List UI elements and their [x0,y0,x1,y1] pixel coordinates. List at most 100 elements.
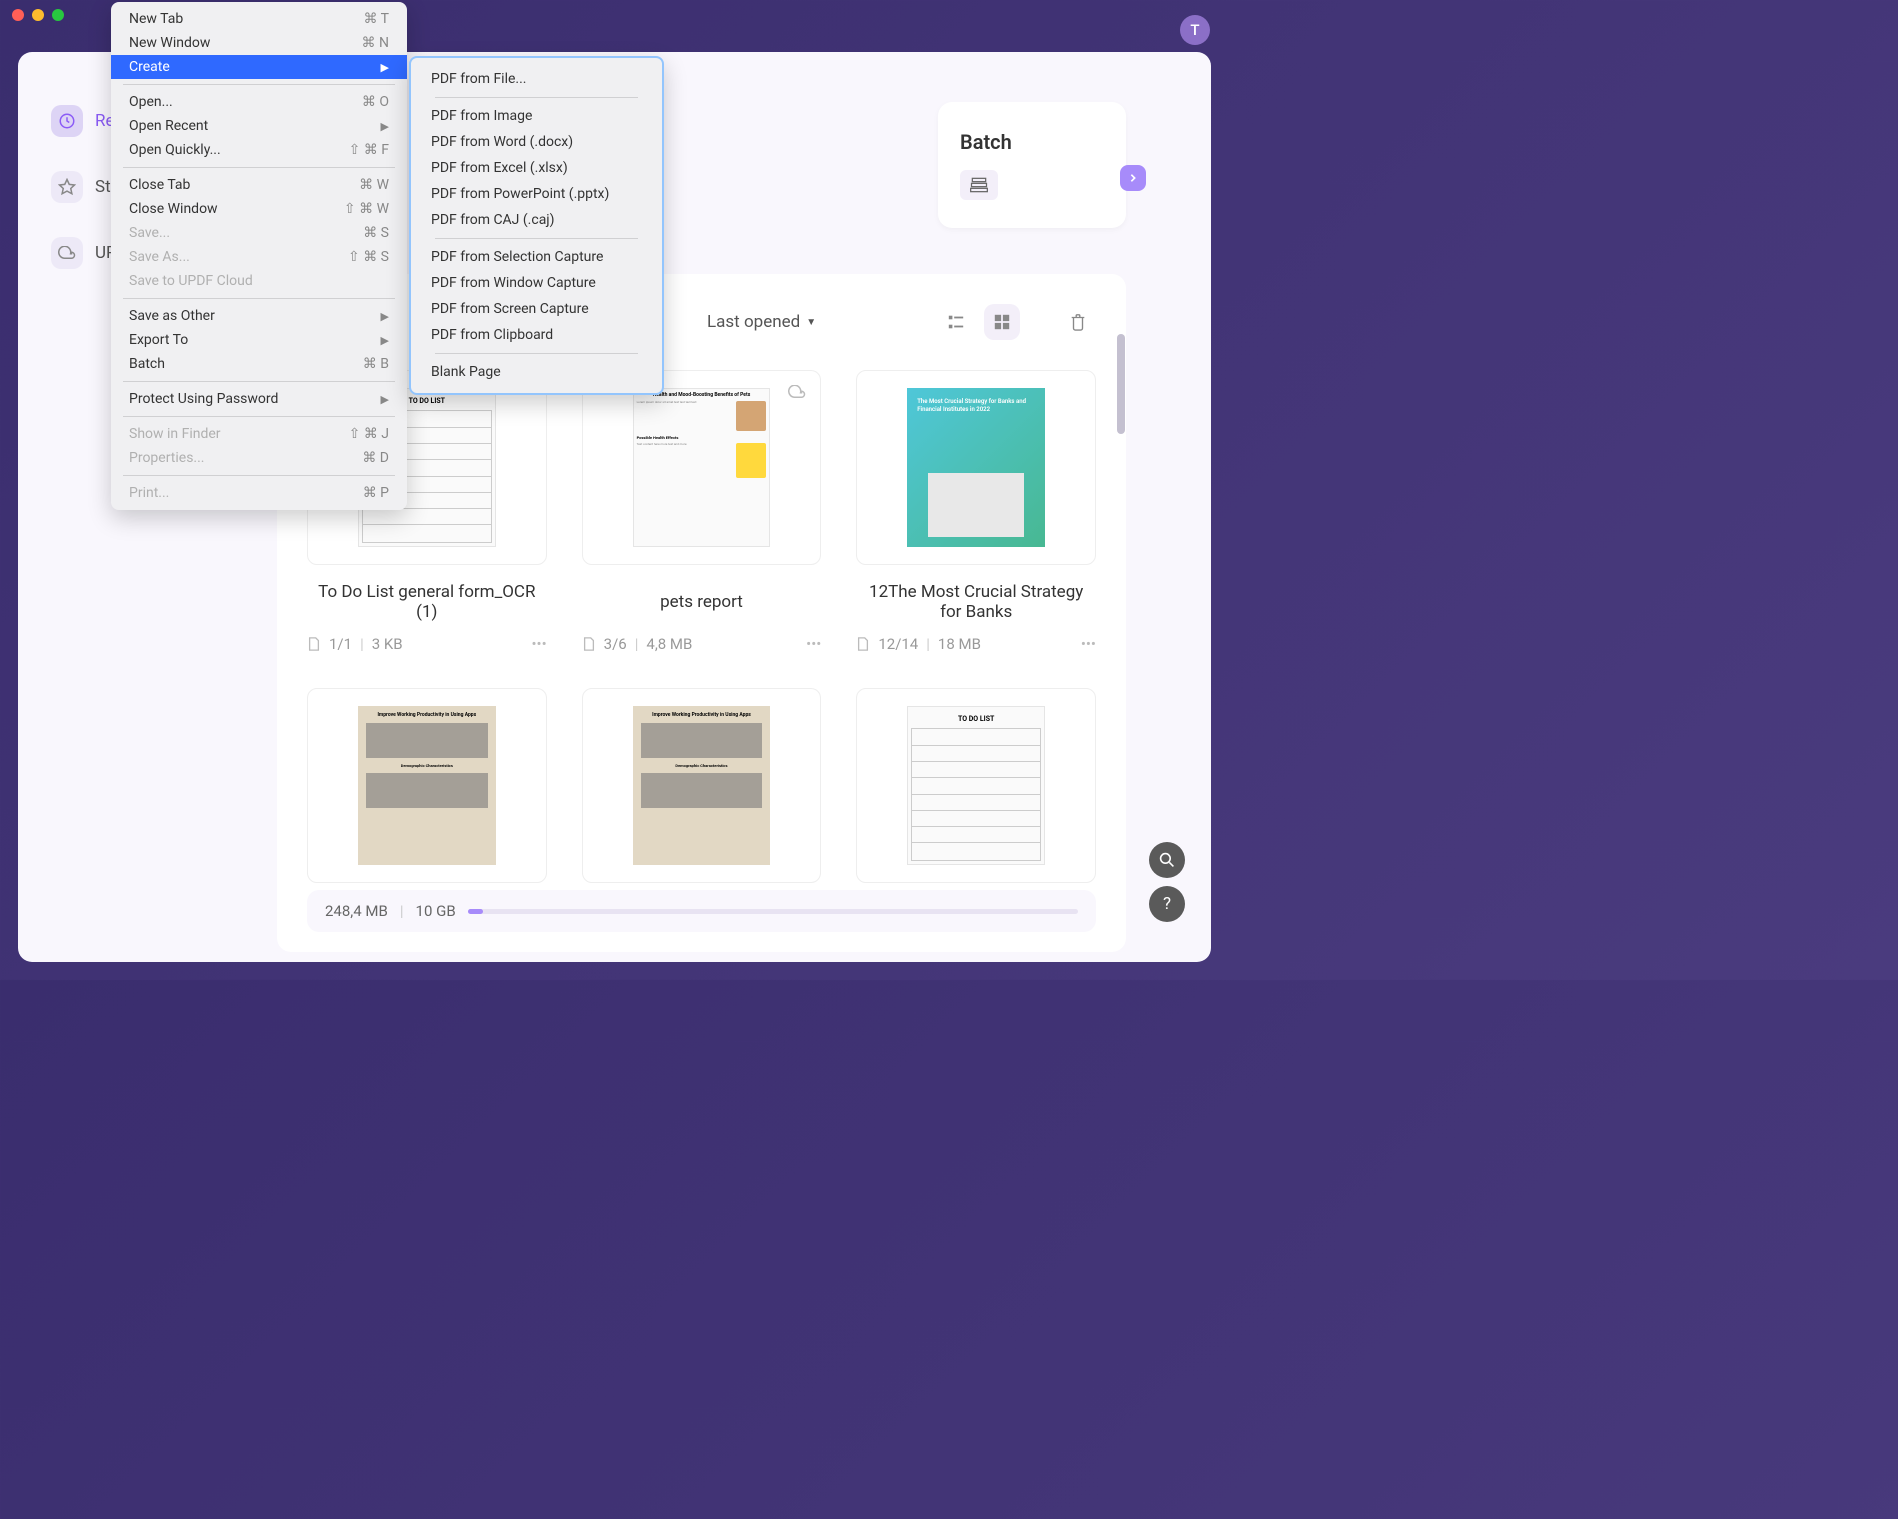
grid-view-button[interactable] [984,304,1020,340]
menu-item-label: Show in Finder [129,426,221,442]
menu-item-close-tab[interactable]: Close Tab⌘ W [111,173,407,197]
batch-card[interactable]: Batch [938,102,1126,228]
menu-item-batch[interactable]: Batch⌘ B [111,352,407,376]
search-icon [1159,852,1175,868]
menu-item-save-as-other[interactable]: Save as Other▶ [111,304,407,328]
document-footer: 12/14 | 18 MB ••• [856,635,1096,653]
delete-button[interactable] [1060,304,1096,340]
menu-item-close-window[interactable]: Close Window ⇧ ⌘ W [111,197,407,221]
menu-item-label: Close Window [129,201,218,217]
menu-item-label: Print... [129,485,169,501]
submenu-item-pdf-from-screen-capture[interactable]: PDF from Screen Capture [423,296,650,322]
submenu-item-pdf-from-excel-xlsx-[interactable]: PDF from Excel (.xlsx) [423,155,650,181]
submenu-item-pdf-from-caj-caj-[interactable]: PDF from CAJ (.caj) [423,207,650,233]
menu-item-label: New Window [129,35,210,51]
menu-item-label: Save to UPDF Cloud [129,273,253,289]
storage-progress [468,909,1078,914]
next-arrow-button[interactable] [1120,165,1146,191]
minimize-window-button[interactable] [32,9,44,21]
chevron-right-icon: ▶ [381,334,389,347]
menu-item-label: Save As... [129,249,190,265]
chevron-right-icon: ▶ [381,61,389,74]
document-card[interactable]: Health and Mood-Boosting Benefits of Pet… [582,370,822,653]
submenu-item-pdf-from-word-docx-[interactable]: PDF from Word (.docx) [423,129,650,155]
menu-item-label: New Tab [129,11,183,27]
menu-item-open-recent[interactable]: Open Recent▶ [111,114,407,138]
submenu-item-label: PDF from Window Capture [431,275,596,291]
menu-divider [435,97,638,98]
menu-shortcut: ⇧ ⌘ J [349,426,389,442]
menu-shortcut: ⌘ O [362,94,389,110]
submenu-item-label: PDF from Excel (.xlsx) [431,160,568,176]
menu-divider [123,416,395,417]
menu-item-export-to[interactable]: Export To▶ [111,328,407,352]
submenu-item-pdf-from-window-capture[interactable]: PDF from Window Capture [423,270,650,296]
maximize-window-button[interactable] [52,9,64,21]
storage-total: 10 GB [416,902,456,920]
traffic-lights [12,9,64,21]
help-floating-button[interactable]: ? [1149,886,1185,922]
submenu-item-pdf-from-file-[interactable]: PDF from File... [423,66,650,92]
menu-item-label: Save... [129,225,170,241]
menu-shortcut: ⌘ B [363,356,389,372]
submenu-item-pdf-from-clipboard[interactable]: PDF from Clipboard [423,322,650,348]
more-options-button[interactable]: ••• [806,635,821,653]
scrollbar[interactable] [1117,334,1125,594]
more-options-button[interactable]: ••• [531,635,546,653]
menu-divider [123,84,395,85]
create-submenu: PDF from File... PDF from Image PDF from W… [409,56,664,395]
more-options-button[interactable]: ••• [1081,635,1096,653]
document-thumbnail: Improve Working Productivity in Using Ap… [582,688,822,883]
help-icon: ? [1163,894,1171,914]
document-card[interactable]: The Most Crucial Strategy for Banks and … [856,370,1096,653]
document-card[interactable]: Improve Working Productivity in Using Ap… [307,688,547,888]
storage-bar: 248,4 MB | 10 GB [307,890,1096,932]
menu-item-new-tab[interactable]: New Tab⌘ T [111,7,407,31]
menu-item-label: Protect Using Password [129,391,278,407]
page-icon [582,636,596,652]
menu-item-save-to-updf-cloud: Save to UPDF Cloud [111,269,407,293]
menu-item-open-quickly-[interactable]: Open Quickly...⇧ ⌘ F [111,138,407,162]
submenu-item-pdf-from-image[interactable]: PDF from Image [423,103,650,129]
menu-item-new-window[interactable]: New Window ⌘ N [111,31,407,55]
list-view-button[interactable] [938,304,974,340]
document-thumbnail: The Most Crucial Strategy for Banks and … [856,370,1096,565]
page-icon [307,636,321,652]
submenu-item-label: PDF from Word (.docx) [431,134,573,150]
page-icon [856,636,870,652]
document-card[interactable]: TO DO LIST [856,688,1096,888]
menu-divider [123,298,395,299]
menu-item-create[interactable]: Create▶ [111,55,407,79]
menu-shortcut: ⌘ N [362,35,389,51]
menu-item-label: Open Quickly... [129,142,221,158]
file-menu: New Tab⌘ T New Window ⌘ N Create▶ Open...⌘ O… [111,2,407,510]
sort-dropdown[interactable]: Last opened ▼ [707,312,816,332]
chevron-right-icon: ▶ [381,393,389,406]
batch-stack-icon [960,170,998,200]
menu-divider [435,353,638,354]
menu-divider [123,167,395,168]
list-view-icon [947,313,965,331]
chevron-right-icon: ▶ [381,310,389,323]
submenu-item-label: PDF from PowerPoint (.pptx) [431,186,609,202]
search-floating-button[interactable] [1149,842,1185,878]
submenu-item-pdf-from-selection-capture[interactable]: PDF from Selection Capture [423,244,650,270]
menu-item-open-[interactable]: Open...⌘ O [111,90,407,114]
menu-item-protect-using-password[interactable]: Protect Using Password ▶ [111,387,407,411]
menu-item-save-: Save... ⌘ S [111,221,407,245]
document-title: pets report [582,581,822,623]
documents-grid: TO DO LIST To Do List general form_OCR (… [307,370,1096,888]
menu-shortcut: ⌘ S [363,225,389,241]
submenu-item-blank-page[interactable]: Blank Page [423,359,650,385]
submenu-item-pdf-from-powerpoint-pptx-[interactable]: PDF from PowerPoint (.pptx) [423,181,650,207]
user-avatar[interactable]: T [1180,15,1210,45]
star-icon [51,171,83,203]
batch-title: Batch [960,130,1104,154]
close-window-button[interactable] [12,9,24,21]
trash-icon [1069,312,1087,332]
clock-icon [51,105,83,137]
menu-shortcut: ⌘ P [363,485,389,501]
dropdown-caret-icon: ▼ [806,317,816,328]
document-card[interactable]: Improve Working Productivity in Using Ap… [582,688,822,888]
menu-shortcut: ⇧ ⌘ W [344,201,389,217]
